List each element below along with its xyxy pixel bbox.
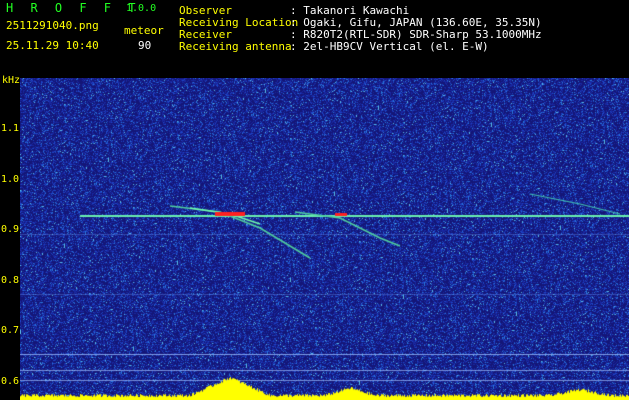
y-unit-label: kHz [2,75,21,86]
freq-tick-label: 1.1 [1,123,20,134]
freq-tick-label: 1.0 [1,173,20,185]
freq-tick-label: 0.7 [1,325,20,336]
freq-tick-label: 0.8 [1,274,20,286]
app-title: H R O F F T [6,1,141,15]
filename: 2511291040.png [6,19,99,32]
count-value: 90 [138,39,152,52]
antenna-label: Receiving antenna [179,40,292,53]
antenna-value: : 2el-HB9CV Vertical (el. E-W) [290,40,489,53]
mode-label: meteor [124,24,164,37]
spectrogram [20,78,629,400]
datetime: 25.11.29 10:40 [6,39,99,52]
freq-tick-label: 0.6 [1,375,20,387]
app-version: 1.0.0 [126,3,157,14]
freq-tick-label: 0.9 [1,224,20,235]
header-panel: H R O F F T 1.0.0 2511291040.png meteor … [0,0,629,74]
